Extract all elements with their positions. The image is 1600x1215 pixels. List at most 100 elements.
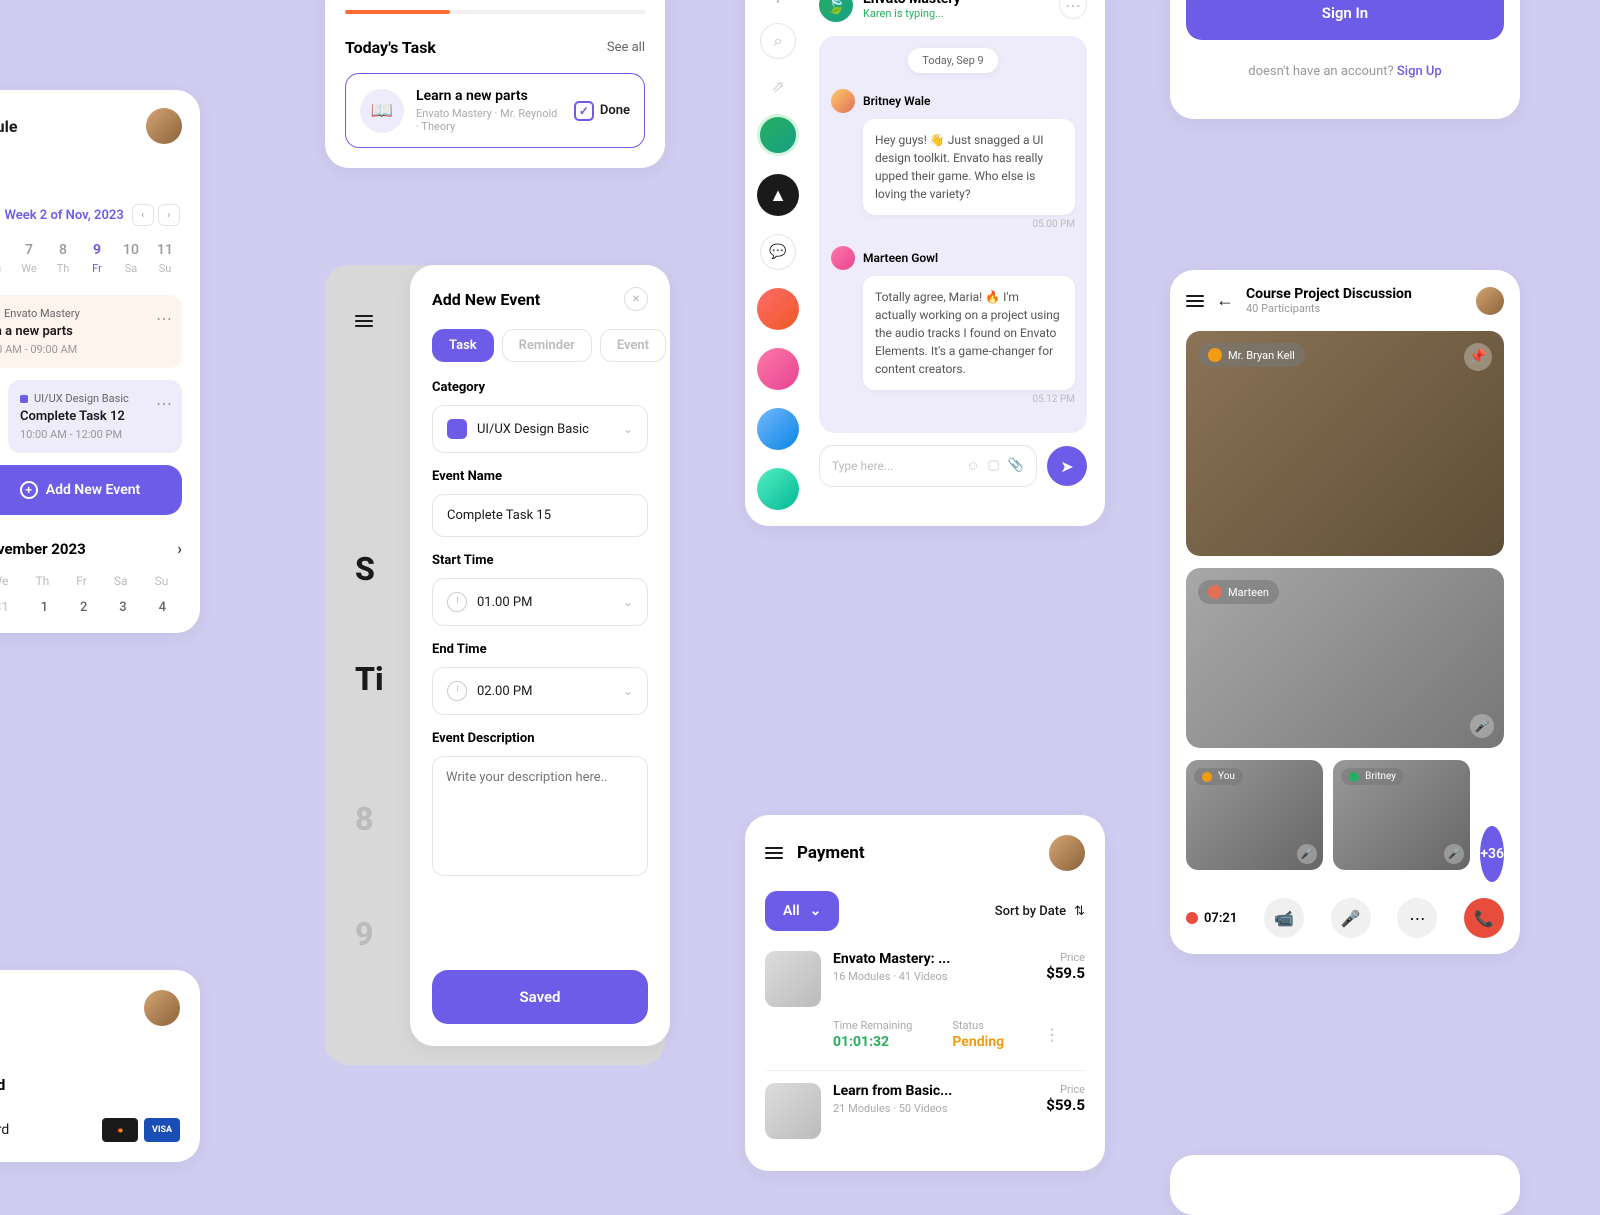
image-icon[interactable]: ▢: [988, 458, 1000, 474]
chat-avatar[interactable]: ▲: [757, 174, 799, 216]
chat-avatar[interactable]: [757, 348, 799, 390]
chat-avatar[interactable]: [757, 408, 799, 450]
chevron-down-icon: ⌄: [623, 422, 633, 436]
avatar[interactable]: [1049, 835, 1085, 871]
card-payment-option[interactable]: Card ●● VISA: [0, 1118, 180, 1142]
saved-button[interactable]: Saved: [432, 970, 648, 1024]
event-card[interactable]: UI/UX Design Basic Complete Task 12 10:0…: [8, 380, 182, 453]
end-call-button[interactable]: 📞: [1464, 898, 1504, 938]
pin-icon[interactable]: ⇗: [771, 77, 784, 96]
chat-message: Britney Wale Hey guys! 👋 Just snagged a …: [831, 89, 1075, 230]
mastercard-icon: ●●: [102, 1118, 138, 1142]
desc-label: Event Description: [432, 731, 648, 746]
add-event-button[interactable]: + Add New Event: [0, 465, 182, 515]
send-button[interactable]: ➤: [1047, 446, 1087, 486]
message-icon[interactable]: 💬: [760, 234, 796, 270]
chat-card: ⋮ ⌕ ⇗ ▲ 💬 🍃 Envato Mastery Karen is typi…: [745, 0, 1105, 526]
checkbox[interactable]: ✓: [574, 101, 594, 121]
mic-icon: 🎤: [1444, 844, 1464, 864]
course-thumbnail: [765, 951, 821, 1007]
signin-card: Sign In doesn't have an account? Sign Up: [1170, 0, 1520, 119]
start-time-select[interactable]: 01.00 PM ⌄: [432, 578, 648, 626]
book-icon: 📖: [360, 89, 404, 133]
payment-item[interactable]: Envato Mastery: ... 16 Modules · 41 Vide…: [765, 951, 1085, 1007]
event-name-input[interactable]: Complete Task 15: [432, 494, 648, 537]
add-event-modal: Add New Event × Task Reminder Event Cate…: [410, 265, 670, 1046]
video-tile[interactable]: You 🎤: [1186, 760, 1323, 870]
mic-icon: 🎤: [1470, 714, 1494, 738]
camera-button[interactable]: 📹: [1264, 898, 1304, 938]
chat-message: Marteen Gowl Totally agree, Maria! 🔥 I'm…: [831, 246, 1075, 405]
message-avatar: [831, 246, 855, 270]
modal-title: Add New Event: [432, 290, 540, 309]
signin-button[interactable]: Sign In: [1186, 0, 1504, 40]
see-all-link[interactable]: See all: [607, 40, 645, 55]
event-card[interactable]: Envato Mastery rn a new parts 00 AM - 09…: [0, 295, 182, 368]
emoji-icon[interactable]: ☺: [966, 458, 979, 474]
next-week-button[interactable]: ›: [158, 204, 180, 226]
chat-avatar[interactable]: [757, 468, 799, 510]
tab-reminder[interactable]: Reminder: [502, 329, 592, 362]
recording-indicator: 07:21: [1186, 911, 1237, 926]
clock-icon: [447, 681, 467, 701]
video-call-card: ← Course Project Discussion 40 Participa…: [1170, 270, 1520, 954]
mic-icon: 🎤: [1297, 844, 1317, 864]
category-select[interactable]: UI/UX Design Basic ⌄: [432, 405, 648, 453]
payment-item[interactable]: Learn from Basic... 21 Modules · 50 Vide…: [765, 1083, 1085, 1139]
video-main[interactable]: Mr. Bryan Kell 📌: [1186, 331, 1504, 556]
avatar[interactable]: [144, 990, 180, 1026]
chevron-down-icon: ⌄: [810, 903, 822, 919]
chat-header: 🍃 Envato Mastery Karen is typing... ⋯: [819, 0, 1087, 22]
month-title: November 2023: [0, 540, 86, 558]
more-icon[interactable]: ⋯: [156, 309, 172, 328]
chat-header-avatar[interactable]: 🍃: [819, 0, 853, 22]
video-title: Course Project Discussion: [1246, 286, 1464, 302]
schedule-title: edule: [0, 117, 17, 136]
payment-method-label: nod: [0, 1076, 180, 1094]
typing-indicator: Karen is typing...: [863, 7, 1049, 20]
more-icon[interactable]: ⋯: [156, 394, 172, 413]
week-label[interactable]: Week 2 of Nov, 2023: [5, 208, 124, 223]
message-avatar: [831, 89, 855, 113]
hamburger-icon[interactable]: [355, 315, 373, 327]
schedule-card: edule k | Week 2 of Nov, 2023 ‹ › 6Tu 7W…: [0, 90, 200, 633]
video-tile[interactable]: Britney 🎤: [1333, 760, 1470, 870]
tab-task[interactable]: Task: [432, 329, 494, 362]
more-vertical-icon[interactable]: ⋮: [770, 0, 786, 5]
search-icon[interactable]: ⌕: [760, 23, 796, 59]
close-button[interactable]: ×: [624, 287, 648, 311]
start-label: Start Time: [432, 553, 648, 568]
avatar[interactable]: [1476, 287, 1504, 315]
video-tile[interactable]: Marteen 🎤: [1186, 568, 1504, 748]
tab-event[interactable]: Event: [600, 329, 666, 362]
end-label: End Time: [432, 642, 648, 657]
signup-link[interactable]: Sign Up: [1397, 64, 1442, 79]
section-title: Today's Task: [345, 38, 436, 57]
attachment-icon[interactable]: 📎: [1008, 458, 1024, 474]
sort-button[interactable]: Sort by Date⇅: [995, 904, 1085, 919]
avatar[interactable]: [146, 108, 182, 144]
description-textarea[interactable]: [432, 756, 648, 876]
chat-avatar[interactable]: [757, 288, 799, 330]
more-vertical-icon[interactable]: ⋮: [1044, 1025, 1060, 1044]
prev-week-button[interactable]: ‹: [132, 204, 154, 226]
chat-avatar[interactable]: [757, 114, 799, 156]
progress-bar: [345, 10, 645, 14]
more-button[interactable]: ⋯: [1397, 898, 1437, 938]
back-arrow-icon[interactable]: ←: [1216, 290, 1234, 311]
hamburger-icon[interactable]: [1186, 295, 1204, 307]
hamburger-icon[interactable]: [765, 847, 783, 859]
chevron-down-icon: ⌄: [623, 684, 633, 698]
end-time-select[interactable]: 02.00 PM ⌄: [432, 667, 648, 715]
pin-icon[interactable]: 📌: [1464, 343, 1492, 371]
participants-count: 40 Participants: [1246, 302, 1464, 315]
task-item[interactable]: 📖 Learn a new parts Envato Mastery · Mr.…: [345, 73, 645, 148]
filter-all-button[interactable]: All⌄: [765, 891, 839, 931]
course-thumbnail: [765, 1083, 821, 1139]
message-input[interactable]: Type here... ☺ ▢ 📎: [819, 445, 1037, 487]
mic-button[interactable]: 🎤: [1331, 898, 1371, 938]
chevron-right-icon[interactable]: ›: [177, 539, 182, 558]
more-icon[interactable]: ⋯: [1059, 0, 1087, 19]
name-label: Event Name: [432, 469, 648, 484]
more-participants[interactable]: +36: [1480, 826, 1504, 882]
